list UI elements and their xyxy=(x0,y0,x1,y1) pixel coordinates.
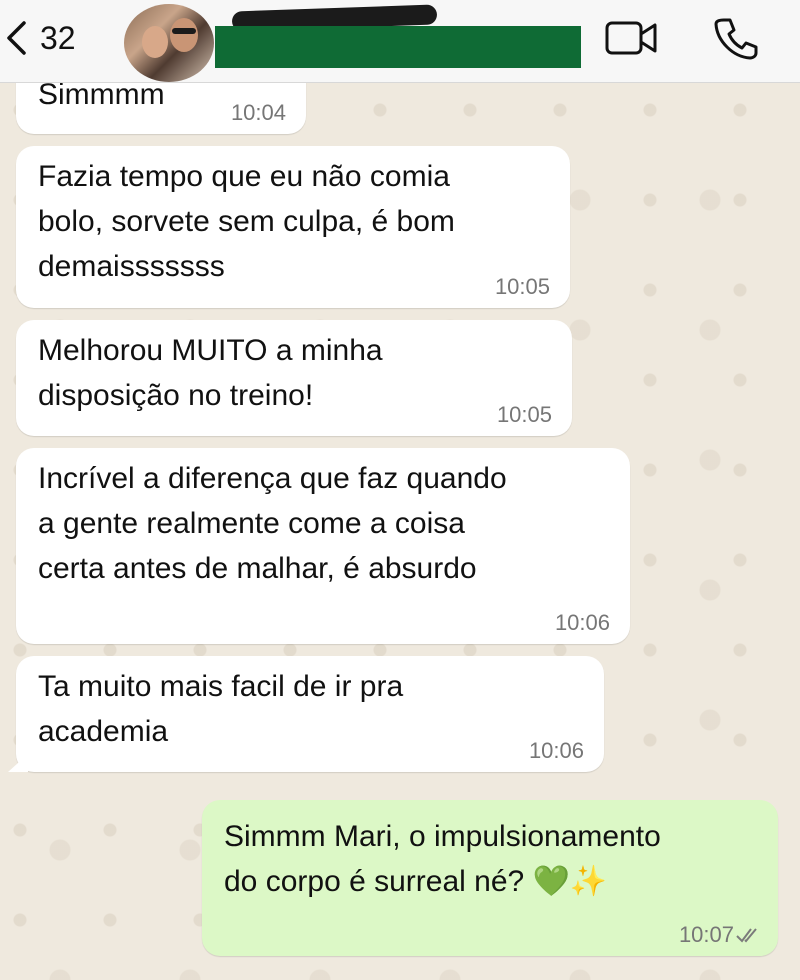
back-button[interactable]: 32 xyxy=(4,16,76,60)
chevron-left-icon xyxy=(7,21,26,55)
message-text: Ta muito mais facil de ir pra academia xyxy=(38,670,404,748)
message-bubble-incoming[interactable]: Ta muito mais facil de ir pra academia 1… xyxy=(8,656,604,772)
message-bubble-outgoing[interactable]: Simmm Mari, o impulsionamento do corpo é… xyxy=(202,800,778,956)
voice-call-button[interactable] xyxy=(708,14,764,62)
message-text: Incrível a diferença que faz quando a ge… xyxy=(38,462,507,585)
message-bubble-incoming[interactable]: Melhorou MUITO a minha disposição no tre… xyxy=(16,320,572,436)
message-time: 10:04 xyxy=(230,100,286,125)
avatar[interactable] xyxy=(124,4,214,82)
chat-header: 32 xyxy=(0,0,800,83)
message-time: 10:06 xyxy=(528,738,584,763)
message-time: 10:05 xyxy=(494,274,550,299)
double-check-icon xyxy=(736,928,757,943)
video-camera-icon xyxy=(605,21,657,55)
message-text: Melhorou MUITO a minha disposição no tre… xyxy=(38,334,383,412)
video-call-button[interactable] xyxy=(604,14,660,62)
message-bubble-incoming[interactable]: Fazia tempo que eu não comia bolo, sorve… xyxy=(16,146,570,308)
unread-count: 32 xyxy=(40,19,76,56)
phone-icon xyxy=(714,18,758,60)
contact-name-redaction-box xyxy=(215,26,581,68)
message-time: 10:05 xyxy=(496,402,552,427)
message-time: 10:07 xyxy=(678,922,734,947)
message-bubble-incoming[interactable]: Incrível a diferença que faz quando a ge… xyxy=(16,448,630,644)
message-text: Simmm Mari, o impulsionamento do corpo é… xyxy=(224,820,661,898)
message-text: Fazia tempo que eu não comia bolo, sorve… xyxy=(38,160,455,283)
message-time: 10:06 xyxy=(554,610,610,635)
